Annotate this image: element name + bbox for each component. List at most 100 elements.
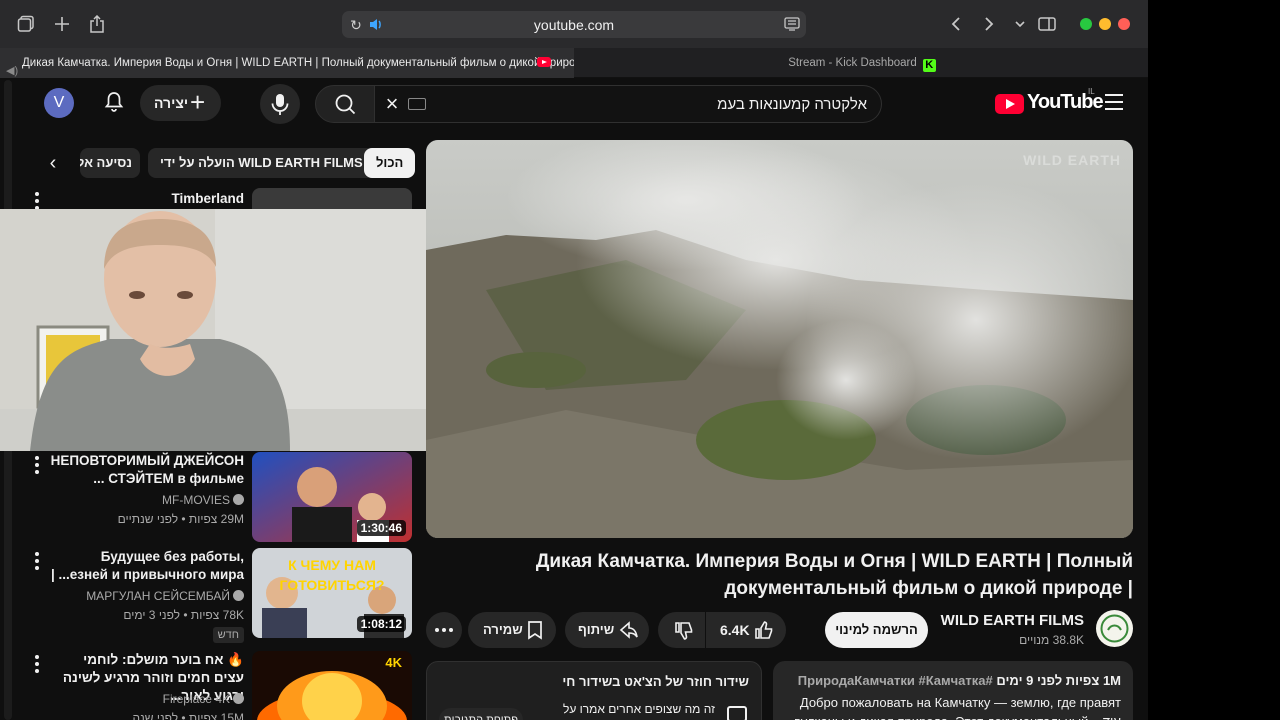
back-icon[interactable]: [944, 12, 968, 36]
video-duration: 1:08:12: [356, 616, 406, 632]
share-icon[interactable]: [85, 12, 109, 36]
video-duration: 1:30:46: [356, 520, 406, 536]
hashtags[interactable]: #ПриродаКамчатки #Камчатка: [798, 673, 993, 688]
history-dropdown-icon[interactable]: [1008, 12, 1032, 36]
video-thumbnail[interactable]: 1:30:46: [252, 452, 412, 542]
svg-text:К ЧЕМУ НАМ: К ЧЕМУ НАМ: [288, 557, 376, 573]
search-button[interactable]: [315, 85, 375, 123]
related-filter-chips: ‹ נסיעה אל הועלה על ידי WILD EARTH FILMS…: [0, 148, 420, 180]
webcam-image: [0, 209, 431, 451]
tab-kick-dashboard[interactable]: Stream - Kick Dashboard K: [576, 48, 1148, 78]
dislike-button[interactable]: [658, 612, 705, 648]
like-count: 6.4K: [720, 622, 750, 638]
more-options-icon[interactable]: [34, 552, 40, 570]
search-box: ×: [315, 85, 882, 123]
video-player[interactable]: WILD EARTH: [426, 140, 1133, 538]
create-label: יצירה: [154, 95, 189, 111]
channel-name[interactable]: MF-MOVIES: [162, 493, 244, 507]
window-minimize-button[interactable]: [1099, 18, 1111, 30]
chat-icon: [727, 706, 747, 720]
menu-icon[interactable]: [1105, 94, 1123, 110]
verified-icon: [233, 590, 244, 601]
description-meta: 1M צפיות לפני 9 ימים #ПриродаКамчатки #К…: [797, 673, 1121, 688]
channel-avatar[interactable]: [1096, 610, 1133, 647]
address-bar[interactable]: ↻ youtube.com: [342, 11, 806, 38]
video-title[interactable]: Будущее без работы, ...езней и привычног…: [50, 548, 244, 584]
reader-mode-icon[interactable]: [784, 17, 800, 32]
video-meta: 78K צפיות • לפני 3 ימים: [123, 608, 244, 622]
sidebar-toggle-icon[interactable]: [14, 12, 38, 36]
subscribe-button[interactable]: הרשמה למינוי: [825, 612, 928, 648]
share-button[interactable]: שיתוף: [565, 612, 649, 648]
chip-all[interactable]: הכול: [364, 148, 416, 178]
more-options-icon[interactable]: [34, 456, 40, 474]
video-title[interactable]: НЕПОВТОРИМЫЙ ДЖЕЙСОН СТЭЙТЕМ в фильме ..…: [50, 452, 244, 488]
related-video[interactable]: К ЧЕМУ НАМ ГОТОВИТЬСЯ? 1:08:12 Будущее б…: [20, 548, 412, 643]
video-meta: 29M צפיות • לפני שנתיים: [117, 512, 244, 526]
channel-name[interactable]: МАРГУЛАН СЕЙСЕМБАЙ: [86, 589, 244, 603]
kick-favicon-icon: K: [922, 59, 936, 72]
new-badge: חדש: [212, 627, 244, 643]
more-actions-button[interactable]: [426, 612, 462, 648]
browser-window: ↻ youtube.com ◀) Дикая Камчатка. Империя…: [0, 0, 1148, 720]
more-horizontal-icon: [435, 628, 453, 632]
channel-name[interactable]: WILD EARTH FILMS: [941, 612, 1084, 629]
more-options-icon[interactable]: [34, 192, 40, 210]
video-frame: [426, 140, 1133, 538]
open-chat-button[interactable]: פתיחת התגובות: [439, 708, 523, 720]
tab-bar: ◀) Дикая Камчатка. Империя Воды и Огня |…: [0, 48, 1148, 78]
keyboard-icon[interactable]: [408, 98, 426, 110]
account-avatar[interactable]: V: [44, 88, 74, 118]
youtube-logo[interactable]: YouTube IL: [995, 87, 1104, 114]
tab-youtube-video[interactable]: ◀) Дикая Камчатка. Империя Воды и Огня |…: [0, 48, 574, 78]
chip-uploaded-by[interactable]: הועלה על ידי WILD EARTH FILMS: [148, 148, 375, 178]
more-options-icon[interactable]: [34, 655, 40, 673]
clear-search-icon[interactable]: ×: [381, 93, 403, 115]
youtube-play-icon: [995, 94, 1024, 114]
save-label: שמירה: [483, 622, 523, 637]
url-text: youtube.com: [533, 17, 615, 33]
tab-audio-icon[interactable]: ◀): [6, 56, 18, 78]
chat-replay-subtitle: זה מה שצופים אחרים אמרו על: [562, 702, 715, 716]
chevron-left-icon[interactable]: ‹: [40, 150, 66, 176]
wild-earth-logo-icon: [1100, 614, 1129, 643]
bookmark-icon: [528, 621, 542, 640]
microphone-icon: [271, 94, 289, 115]
channel-name[interactable]: Fireplace 4K: [163, 692, 244, 706]
tab-title: Дикая Камчатка. Империя Воды и Огня | WI…: [22, 57, 574, 69]
related-video[interactable]: 1:30:46 НЕПОВТОРИМЫЙ ДЖЕЙСОН СТЭЙТЕМ в ф…: [20, 452, 412, 544]
tab-title: Stream - Kick Dashboard: [788, 57, 917, 69]
like-button[interactable]: 6.4K: [706, 612, 786, 648]
verified-icon: [233, 693, 244, 704]
window-zoom-button[interactable]: [1080, 18, 1092, 30]
plus-icon: +: [190, 87, 206, 117]
chat-replay-title: שידור חוזר של הצ'אט בשידור חי: [562, 674, 749, 689]
related-video[interactable]: 4K 🔥 אח בוער מושלם: לוחמי עצים חמים וזוה…: [20, 651, 412, 720]
browser-toolbar: ↻ youtube.com: [0, 0, 1148, 48]
description-text: Добро пожаловать на Камчатку — землю, гд…: [794, 695, 1121, 720]
search-input[interactable]: [375, 85, 882, 123]
share-arrow-icon: [619, 621, 638, 639]
save-button[interactable]: שמירה: [468, 612, 556, 648]
video-thumbnail[interactable]: К ЧЕМУ НАМ ГОТОВИТЬСЯ? 1:08:12: [252, 548, 412, 638]
forward-icon[interactable]: [977, 12, 1001, 36]
video-title[interactable]: Timberland: [50, 190, 244, 208]
thumbs-down-icon: [675, 622, 693, 640]
voice-search-button[interactable]: [260, 84, 300, 124]
video-thumbnail[interactable]: 4K: [252, 651, 412, 720]
video-meta: 15M צפיות • לפני שנה: [132, 711, 244, 720]
tab-overview-icon[interactable]: [1035, 12, 1059, 36]
video-watermark: WILD EARTH: [1023, 152, 1121, 168]
subscriber-count: 38.8K מנויים: [1019, 633, 1084, 647]
new-tab-icon[interactable]: [50, 12, 74, 36]
notifications-bell-icon[interactable]: [102, 90, 126, 114]
share-label: שיתוף: [578, 622, 615, 637]
search-icon: [335, 94, 356, 115]
thumbs-up-icon: [755, 621, 773, 639]
thumbnail-image: 4K: [252, 651, 412, 720]
description-box[interactable]: 1M צפיות לפני 9 ימים #ПриродаКамчатки #К…: [773, 661, 1133, 720]
create-button[interactable]: יצירה +: [140, 85, 221, 121]
chip-travel[interactable]: נסיעה אל: [80, 148, 140, 178]
svg-text:4K: 4K: [385, 655, 402, 670]
window-close-button[interactable]: [1118, 18, 1130, 30]
